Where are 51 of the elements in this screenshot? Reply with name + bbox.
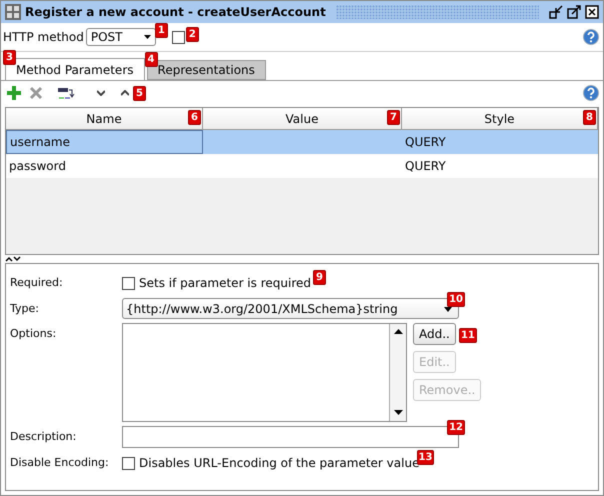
dropdown-arrow-icon <box>444 307 452 312</box>
annotation-badge: 11 <box>458 328 477 343</box>
scrollbar[interactable] <box>389 324 406 421</box>
annotation-badge: 10 <box>447 292 465 307</box>
column-header[interactable]: Style 8 <box>402 108 598 130</box>
annotation-badge: 13 <box>416 450 434 465</box>
close-icon[interactable] <box>585 5 599 19</box>
help-icon[interactable] <box>583 85 599 101</box>
app-icon <box>5 4 21 20</box>
field-label: Type: <box>10 301 39 315</box>
move-up-icon[interactable] <box>121 90 129 96</box>
annotation-badge: 7 <box>387 110 400 125</box>
http-method-label: HTTP method <box>3 30 84 44</box>
annotation-badge: 9 <box>313 270 326 285</box>
splitter-arrows-icon[interactable] <box>5 256 21 262</box>
window-title: Register a new account - createUserAccount <box>25 5 326 19</box>
column-header[interactable]: Name 6 <box>6 108 203 130</box>
field-label: Description: <box>10 429 76 443</box>
checkbox[interactable] <box>172 30 185 44</box>
dropdown-arrow-icon <box>144 35 151 39</box>
annotation-badge: 8 <box>583 110 596 125</box>
table-cell: QUERY <box>402 154 598 178</box>
maximize-icon[interactable] <box>567 5 581 19</box>
table-cell: password <box>6 154 203 178</box>
annotation-badge: 1 <box>154 23 168 38</box>
table-cell: username <box>6 130 203 154</box>
column-header[interactable]: Value 7 <box>203 108 402 130</box>
move-down-icon[interactable] <box>97 90 105 96</box>
checkbox-label: Sets if parameter is required <box>139 276 311 290</box>
field-label: Required: <box>10 275 63 289</box>
field-label: Options: <box>10 326 56 340</box>
checkbox[interactable] <box>122 456 135 470</box>
scroll-down-icon[interactable] <box>394 410 402 416</box>
minimize-icon[interactable] <box>549 5 563 19</box>
annotation-badge: 4 <box>144 52 158 67</box>
add-icon[interactable] <box>7 86 21 100</box>
http-method-dropdown[interactable]: POST <box>86 28 156 46</box>
annotation-badge: 6 <box>188 110 201 125</box>
help-icon[interactable] <box>583 29 599 45</box>
annotation-badge: 3 <box>3 50 16 65</box>
table-row[interactable]: username QUERY <box>6 130 598 154</box>
annotation-badge: 5 <box>133 86 146 101</box>
scroll-up-icon[interactable] <box>394 329 402 335</box>
url-encode-icon[interactable] <box>57 86 75 100</box>
checkbox[interactable] <box>122 276 135 290</box>
delete-icon[interactable] <box>29 86 43 100</box>
annotation-badge: 2 <box>186 26 199 42</box>
table-row[interactable]: password QUERY <box>6 154 598 178</box>
annotation-badge: 12 <box>447 420 465 435</box>
field-label: Disable Encoding: <box>10 455 109 469</box>
table-cell: QUERY <box>402 130 598 154</box>
